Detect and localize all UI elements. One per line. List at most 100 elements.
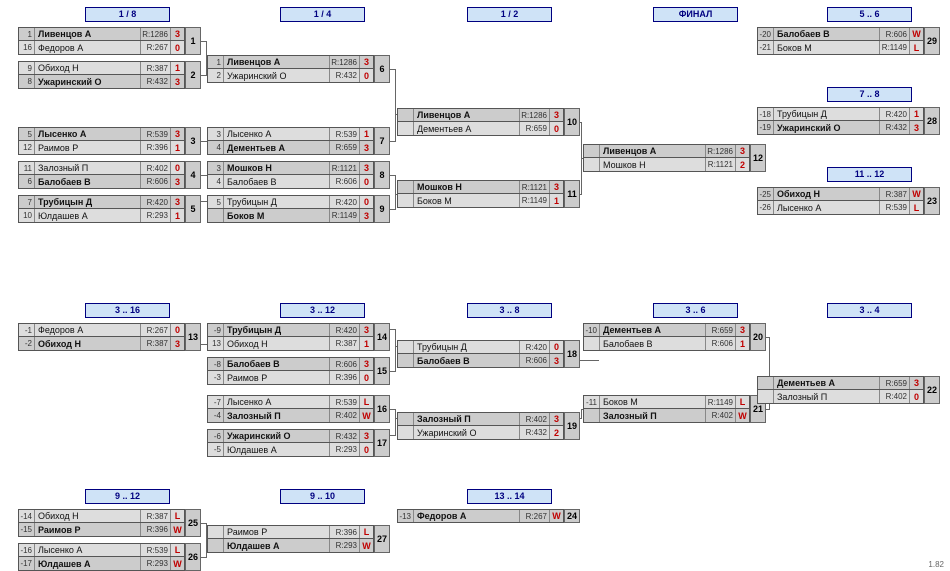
score: 1: [549, 194, 563, 207]
bracket-connector: [395, 329, 396, 371]
score: L: [359, 396, 373, 408]
round-header: 3 .. 16: [85, 303, 170, 318]
seed: 1: [19, 28, 35, 40]
score: W: [170, 557, 184, 570]
rating: R:387: [140, 337, 170, 350]
match-number: 12: [750, 144, 766, 172]
score: 0: [170, 41, 184, 54]
match: 5Лысенко АR:539312Раимов РR:39613: [18, 127, 201, 155]
seed: [584, 158, 600, 171]
seed: [398, 194, 414, 207]
match: -25Обиход НR:387W-26Лысенко АR:539L23: [757, 187, 940, 215]
seed: 9: [19, 62, 35, 74]
score: W: [909, 188, 923, 200]
rating: R:420: [329, 324, 359, 336]
player-row: 8Ужаринский ОR:4323: [18, 75, 185, 89]
player-row: 16Федоров АR:2670: [18, 41, 185, 55]
player-row: -10Дементьев АR:6593: [583, 323, 750, 337]
player-name: Юлдашев А: [224, 539, 329, 552]
seed: [398, 109, 414, 121]
rating: R:420: [140, 196, 170, 208]
seed: -20: [758, 28, 774, 40]
seed: [398, 413, 414, 425]
player-row: -19Ужаринский ОR:4323: [757, 121, 924, 135]
player-name: Трубицын Д: [774, 108, 879, 120]
match-number: 24: [564, 509, 580, 523]
score: 1: [170, 62, 184, 74]
player-name: Ужаринский О: [414, 426, 519, 439]
player-name: Лысенко А: [35, 544, 140, 556]
rating: R:1149: [329, 209, 359, 222]
player-row: -26Лысенко АR:539L: [757, 201, 924, 215]
match-number: 22: [924, 376, 940, 404]
seed: 12: [19, 141, 35, 154]
seed: 4: [208, 141, 224, 154]
match: -9Трубицын ДR:420313Обиход НR:387114: [207, 323, 390, 351]
match-number: 17: [374, 429, 390, 457]
score: 3: [170, 337, 184, 350]
seed: 16: [19, 41, 35, 54]
seed: [398, 181, 414, 193]
match: -8Балобаев ВR:6063-3Раимов РR:396015: [207, 357, 390, 385]
score: 3: [735, 324, 749, 336]
rating: R:293: [140, 557, 170, 570]
player-name: Федоров А: [35, 41, 140, 54]
rating: R:606: [519, 354, 549, 367]
player-name: Мошков Н: [600, 158, 705, 171]
player-row: Балобаев ВR:6061: [583, 337, 750, 351]
player-name: Ливенцов А: [600, 145, 705, 157]
seed: -13: [398, 510, 414, 522]
score: W: [735, 409, 749, 422]
rating: R:432: [519, 426, 549, 439]
player-row: 1Ливенцов АR:12863: [18, 27, 185, 41]
player-name: Лысенко А: [774, 201, 879, 214]
seed: 5: [208, 196, 224, 208]
seed: -1: [19, 324, 35, 336]
seed: [584, 337, 600, 350]
score: L: [735, 396, 749, 408]
score: 0: [549, 122, 563, 135]
rating: R:1121: [519, 181, 549, 193]
seed: [398, 122, 414, 135]
match-number: 15: [374, 357, 390, 385]
seed: [398, 354, 414, 367]
player-name: Боков М: [224, 209, 329, 222]
player-name: Федоров А: [35, 324, 140, 336]
rating: R:402: [519, 413, 549, 425]
score: 3: [359, 141, 373, 154]
player-name: Боков М: [600, 396, 705, 408]
player-row: Ливенцов АR:12863: [583, 144, 750, 158]
player-row: 5Трубицын ДR:4200: [207, 195, 374, 209]
seed: [584, 409, 600, 422]
score: 3: [359, 430, 373, 442]
match-number: 6: [374, 55, 390, 83]
seed: -3: [208, 371, 224, 384]
player-row: 7Трубицын ДR:4203: [18, 195, 185, 209]
seed: 8: [19, 75, 35, 88]
rating: R:539: [140, 544, 170, 556]
rating: R:387: [140, 510, 170, 522]
score: 0: [359, 175, 373, 188]
rating: R:659: [879, 377, 909, 389]
score: W: [909, 28, 923, 40]
player-name: Юлдашев А: [224, 443, 329, 456]
match-number: 14: [374, 323, 390, 351]
score: 0: [170, 162, 184, 174]
match-number: 28: [924, 107, 940, 135]
player-row: Ужаринский ОR:4322: [397, 426, 564, 440]
player-row: -18Трубицын ДR:4201: [757, 107, 924, 121]
player-name: Дементьев А: [414, 122, 519, 135]
match: Раимов РR:396LЮлдашев АR:293W27: [207, 525, 390, 553]
player-name: Обиход Н: [35, 510, 140, 522]
player-row: -2Обиход НR:3873: [18, 337, 185, 351]
match-number: 13: [185, 323, 201, 351]
player-name: Обиход Н: [35, 337, 140, 350]
player-row: Мошков НR:11212: [583, 158, 750, 172]
score: 0: [359, 196, 373, 208]
score: 1: [909, 108, 923, 120]
player-name: Лысенко А: [224, 396, 329, 408]
score: 3: [170, 196, 184, 208]
player-name: Ливенцов А: [414, 109, 519, 121]
player-name: Балобаев В: [224, 175, 329, 188]
rating: R:267: [140, 324, 170, 336]
